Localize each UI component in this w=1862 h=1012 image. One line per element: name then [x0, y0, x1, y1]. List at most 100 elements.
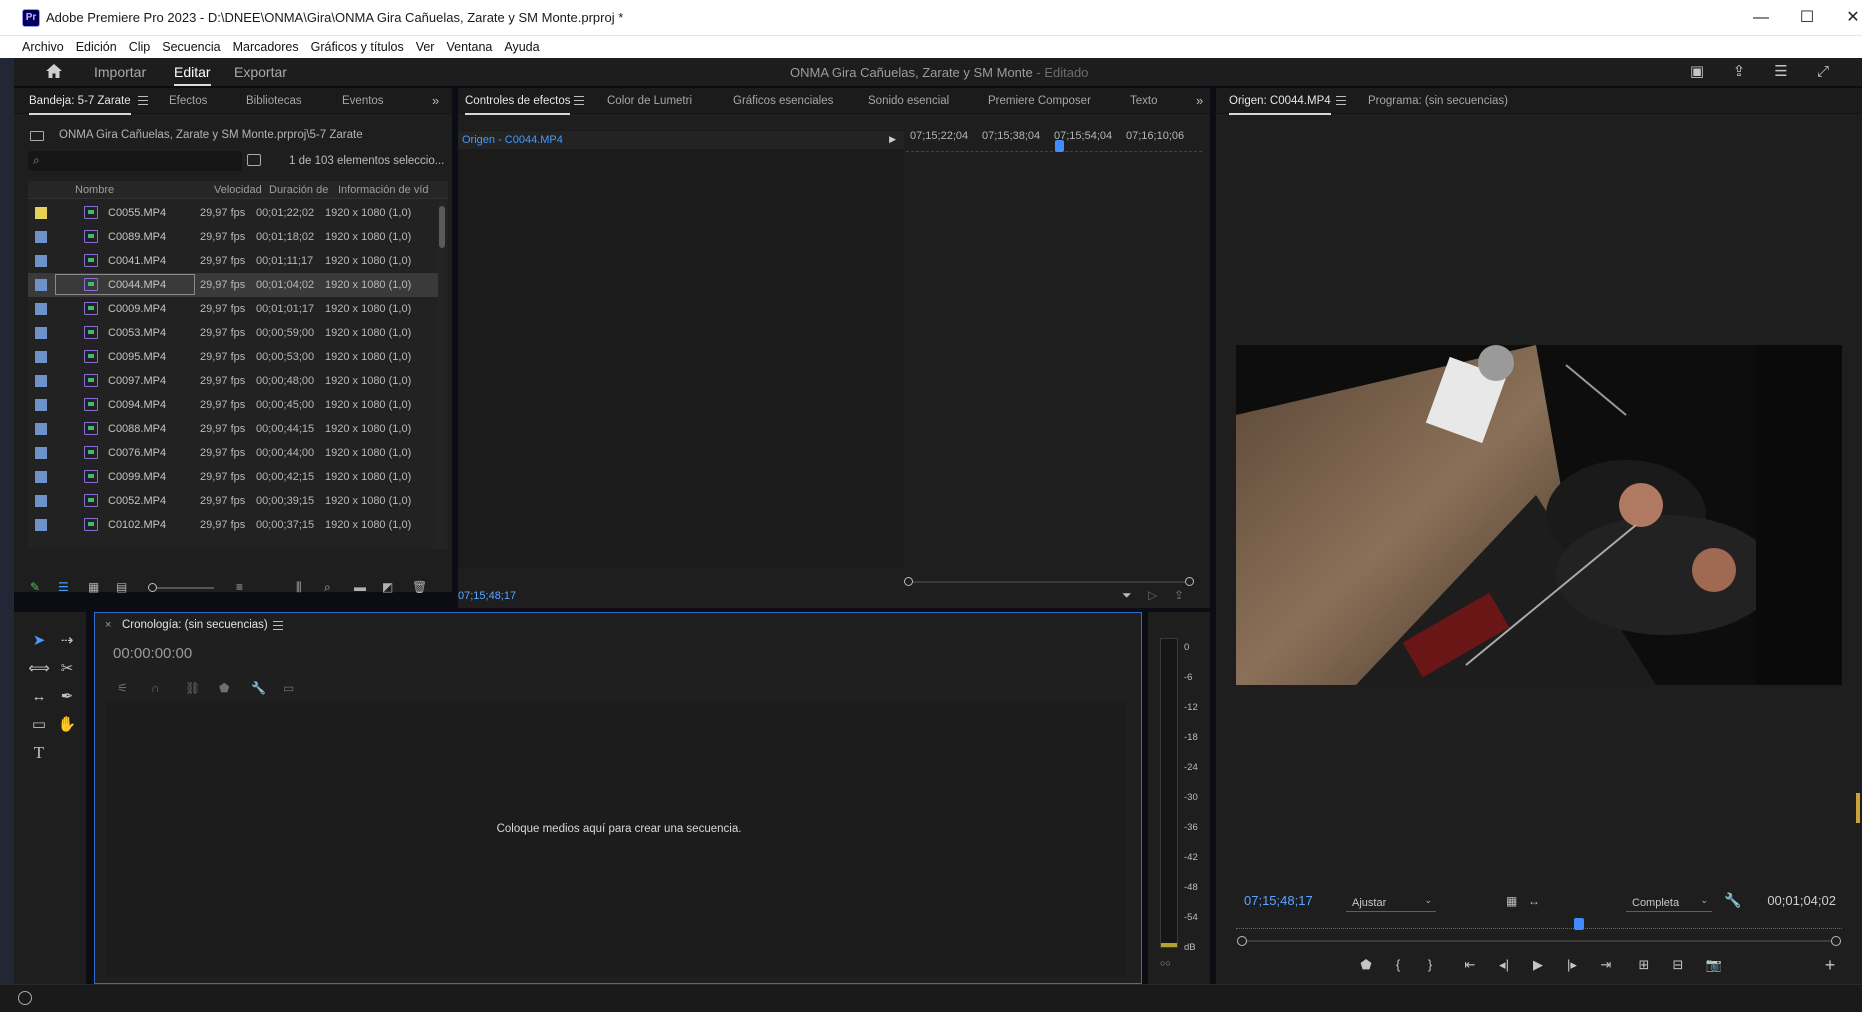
- tab-sonido-esencial[interactable]: Sonido esencial: [868, 95, 949, 107]
- rectangle-tool-icon[interactable]: ▭: [28, 714, 50, 736]
- add-marker-icon[interactable]: ⬟: [1356, 956, 1376, 974]
- table-row[interactable]: C0094.MP4 29,97 fps 00;00;45;00 1920 x 1080…: [28, 393, 438, 417]
- source-zoom-bar[interactable]: [1237, 936, 1841, 946]
- label-color-swatch[interactable]: [35, 423, 47, 435]
- table-row[interactable]: C0099.MP4 29,97 fps 00;00;42;15 1920 x 1080…: [28, 465, 438, 489]
- more-panels-icon[interactable]: »: [432, 93, 439, 108]
- column-nombre[interactable]: Nombre: [75, 184, 114, 196]
- label-color-swatch[interactable]: [35, 351, 47, 363]
- razor-tool-icon[interactable]: ✂: [56, 658, 78, 680]
- panel-menu-icon[interactable]: [138, 96, 148, 105]
- timeline-title[interactable]: Cronología: (sin secuencias): [122, 619, 268, 631]
- panel-menu-icon[interactable]: [1336, 96, 1346, 105]
- tab-bibliotecas[interactable]: Bibliotecas: [246, 95, 302, 107]
- export-frame-camera-icon[interactable]: 📷: [1704, 956, 1724, 974]
- menu-ver[interactable]: Ver: [410, 36, 441, 58]
- zoom-handle-left[interactable]: [1237, 936, 1247, 946]
- go-to-out-icon[interactable]: ⇥: [1596, 956, 1616, 974]
- zoom-handle-right[interactable]: [1831, 936, 1841, 946]
- hand-tool-icon[interactable]: ✋: [56, 714, 78, 736]
- list-scrollbar[interactable]: [438, 201, 446, 549]
- label-color-swatch[interactable]: [35, 399, 47, 411]
- tab-controles-efectos[interactable]: Controles de efectos: [465, 95, 571, 115]
- play-button[interactable]: ▶: [1528, 956, 1548, 974]
- label-color-swatch[interactable]: [35, 231, 47, 243]
- captions-icon[interactable]: ▭: [283, 681, 294, 695]
- menu-archivo[interactable]: Archivo: [0, 36, 70, 58]
- close-icon[interactable]: ×: [105, 619, 111, 631]
- snap-icon[interactable]: ∩: [151, 681, 160, 695]
- selection-tool-icon[interactable]: ➤: [28, 630, 50, 652]
- overwrite-icon[interactable]: ⊟: [1668, 956, 1688, 974]
- playhead[interactable]: [1055, 140, 1064, 152]
- menu-edicion[interactable]: Edición: [70, 36, 123, 58]
- zoom-slider[interactable]: [148, 583, 214, 592]
- menu-graficos-titulos[interactable]: Gráficos y títulos: [305, 36, 410, 58]
- pencil-icon[interactable]: ✎: [30, 580, 40, 594]
- nest-icon[interactable]: ⚟: [117, 681, 128, 695]
- menu-secuencia[interactable]: Secuencia: [156, 36, 226, 58]
- table-row[interactable]: C0041.MP4 29,97 fps 00;01;11;17 1920 x 1080…: [28, 249, 438, 273]
- new-folder-icon[interactable]: ▬: [354, 580, 366, 594]
- project-search-input[interactable]: ⌕: [28, 151, 242, 171]
- drag-video-icon[interactable]: ▦: [1506, 894, 1517, 908]
- zoom-dropdown[interactable]: Ajustar ⌄: [1346, 894, 1436, 912]
- home-icon[interactable]: [44, 62, 64, 80]
- menu-clip[interactable]: Clip: [123, 36, 157, 58]
- menu-marcadores[interactable]: Marcadores: [227, 36, 305, 58]
- find-icon[interactable]: ⌕: [324, 580, 331, 594]
- add-marker-icon[interactable]: ⬟: [219, 681, 229, 695]
- table-row[interactable]: C0089.MP4 29,97 fps 00;01;18;02 1920 x 1080…: [28, 225, 438, 249]
- effects-zoom-bar[interactable]: [904, 577, 1194, 586]
- ripple-edit-tool-icon[interactable]: ⟺: [28, 658, 50, 680]
- wrench-icon[interactable]: 🔧: [1724, 892, 1741, 909]
- tab-editar[interactable]: Editar: [174, 64, 211, 86]
- quick-export-icon[interactable]: ▣: [1686, 62, 1708, 82]
- table-row[interactable]: C0102.MP4 29,97 fps 00;00;37;15 1920 x 1080…: [28, 513, 438, 537]
- trash-icon[interactable]: 🗑: [412, 580, 427, 594]
- minimize-button[interactable]: —: [1738, 0, 1784, 36]
- insert-icon[interactable]: ⊞: [1634, 956, 1654, 974]
- label-color-swatch[interactable]: [35, 519, 47, 531]
- tab-programa[interactable]: Programa: (sin secuencias): [1368, 95, 1508, 107]
- menu-ayuda[interactable]: Ayuda: [498, 36, 545, 58]
- wrench-icon[interactable]: 🔧: [251, 681, 266, 695]
- tab-efectos[interactable]: Efectos: [169, 95, 207, 107]
- type-tool-icon[interactable]: T: [28, 742, 50, 764]
- table-row[interactable]: C0097.MP4 29,97 fps 00;00;48;00 1920 x 1080…: [28, 369, 438, 393]
- menu-ventana[interactable]: Ventana: [440, 36, 498, 58]
- fullscreen-icon[interactable]: ⤢: [1812, 62, 1834, 82]
- drag-audio-icon[interactable]: ↔: [1528, 894, 1540, 908]
- maximize-button[interactable]: ☐: [1784, 0, 1830, 36]
- source-clip-label[interactable]: Origen - C0044.MP4: [462, 134, 563, 146]
- label-color-swatch[interactable]: [35, 279, 47, 291]
- list-view-icon[interactable]: ☰: [58, 580, 69, 594]
- source-time-ruler[interactable]: [1236, 918, 1842, 932]
- label-color-swatch[interactable]: [35, 375, 47, 387]
- solo-buttons[interactable]: ○○: [1160, 958, 1171, 968]
- icon-view-icon[interactable]: ▦: [88, 580, 99, 594]
- new-bin-icon[interactable]: [247, 154, 261, 166]
- workspaces-menu-icon[interactable]: ☰: [1770, 62, 1792, 82]
- more-panels-icon[interactable]: »: [1196, 93, 1203, 108]
- go-to-in-icon[interactable]: ⇤: [1460, 956, 1480, 974]
- button-editor-plus-icon[interactable]: +: [1820, 956, 1840, 974]
- sort-icon[interactable]: ≡: [236, 580, 243, 594]
- tab-texto[interactable]: Texto: [1130, 95, 1158, 107]
- filter-icon[interactable]: ⏷: [1122, 588, 1132, 603]
- column-duracion[interactable]: Duración de: [269, 184, 328, 196]
- zoom-handle-left[interactable]: [904, 577, 913, 586]
- playhead[interactable]: [1574, 918, 1584, 930]
- share-icon[interactable]: ⇪: [1728, 62, 1750, 82]
- zoom-handle-right[interactable]: [1185, 577, 1194, 586]
- table-row[interactable]: C0076.MP4 29,97 fps 00;00;44;00 1920 x 1080…: [28, 441, 438, 465]
- mark-out-icon[interactable]: }: [1420, 956, 1440, 974]
- tab-importar[interactable]: Importar: [94, 64, 146, 80]
- column-velocidad[interactable]: Velocidad: [214, 184, 262, 196]
- freeform-view-icon[interactable]: ▤: [116, 580, 127, 594]
- mark-in-icon[interactable]: {: [1388, 956, 1408, 974]
- source-current-timecode[interactable]: 07;15;48;17: [1244, 893, 1313, 908]
- tab-graficos-esenciales[interactable]: Gráficos esenciales: [733, 95, 833, 107]
- table-row[interactable]: C0053.MP4 29,97 fps 00;00;59;00 1920 x 1080…: [28, 321, 438, 345]
- table-row[interactable]: C0095.MP4 29,97 fps 00;00;53;00 1920 x 1080…: [28, 345, 438, 369]
